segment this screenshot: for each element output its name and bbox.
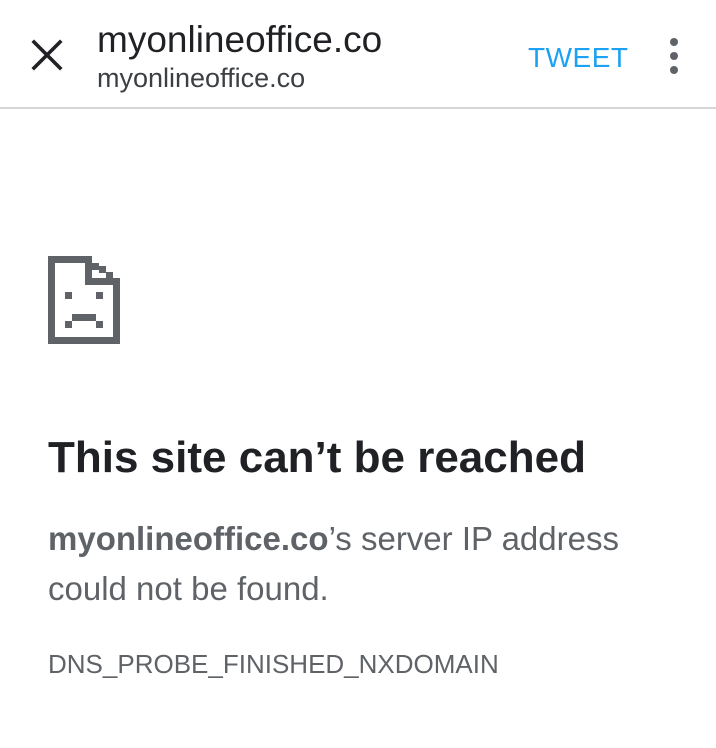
more-vert-icon (670, 38, 678, 74)
overflow-menu-button[interactable] (660, 36, 688, 76)
error-heading: This site can’t be reached (48, 433, 586, 482)
error-message: myonlineoffice.co’s server IP address co… (48, 514, 688, 614)
page-url: myonlineoffice.co (97, 63, 306, 93)
page-title: myonlineoffice.co (97, 19, 383, 60)
close-button[interactable] (30, 38, 64, 72)
error-host: myonlineoffice.co (48, 520, 329, 557)
close-icon (31, 39, 63, 71)
tweet-button[interactable]: TWEET (528, 40, 629, 76)
error-code[interactable]: DNS_PROBE_FINISHED_NXDOMAIN (48, 646, 499, 682)
custom-tab-toolbar: myonlineoffice.co myonlineoffice.co TWEE… (0, 0, 716, 109)
sad-page-icon (48, 256, 120, 344)
